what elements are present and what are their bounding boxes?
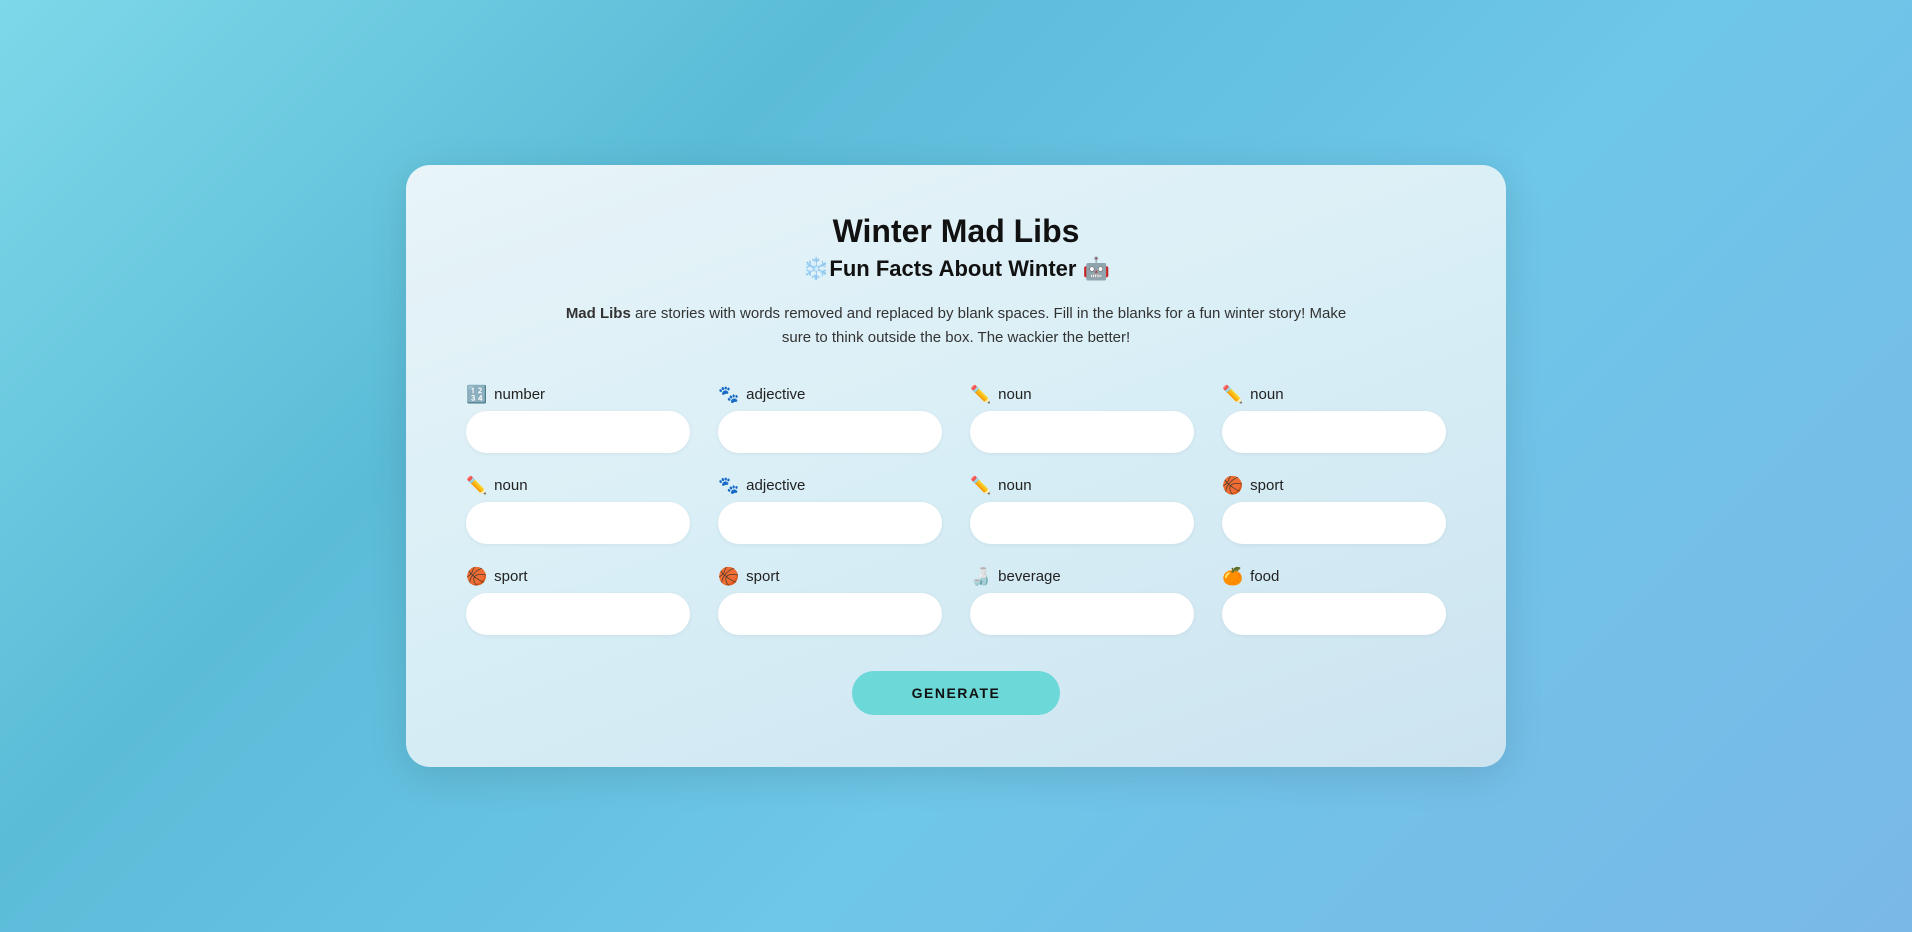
food-label-text: food [1250, 568, 1279, 585]
noun3-input[interactable] [466, 502, 690, 544]
field-group-adjective2: 🐾 adjective [718, 477, 942, 544]
field-label-noun1: ✏️ noun [970, 386, 1194, 403]
main-card: Winter Mad Libs ❄️Fun Facts About Winter… [406, 165, 1506, 767]
mad-libs-bold: Mad Libs [566, 305, 631, 322]
beverage-label-text: beverage [998, 568, 1061, 585]
field-group-beverage: 🍶 beverage [970, 568, 1194, 635]
sport1-label-text: sport [1250, 477, 1283, 494]
field-group-sport2: 🏀 sport [466, 568, 690, 635]
noun1-label-text: noun [998, 386, 1031, 403]
noun4-icon: ✏️ [970, 477, 991, 494]
field-group-sport1: 🏀 sport [1222, 477, 1446, 544]
field-group-number: 🔢 number [466, 386, 690, 453]
field-group-adjective1: 🐾 adjective [718, 386, 942, 453]
sport3-input[interactable] [718, 593, 942, 635]
adjective2-label-text: adjective [746, 477, 805, 494]
field-label-sport2: 🏀 sport [466, 568, 690, 585]
number-input[interactable] [466, 411, 690, 453]
noun2-input[interactable] [1222, 411, 1446, 453]
fields-grid: 🔢 number 🐾 adjective ✏️ noun ✏️ noun ✏️ noun 🐾 adje… [466, 386, 1446, 635]
noun2-icon: ✏️ [1222, 386, 1243, 403]
field-label-adjective2: 🐾 adjective [718, 477, 942, 494]
food-icon: 🍊 [1222, 568, 1243, 585]
sport2-input[interactable] [466, 593, 690, 635]
page-subtitle: ❄️Fun Facts About Winter 🤖 [466, 256, 1446, 282]
page-title: Winter Mad Libs [466, 213, 1446, 250]
adjective1-icon: 🐾 [718, 386, 739, 403]
field-label-beverage: 🍶 beverage [970, 568, 1194, 585]
field-label-food: 🍊 food [1222, 568, 1446, 585]
beverage-input[interactable] [970, 593, 1194, 635]
field-label-noun2: ✏️ noun [1222, 386, 1446, 403]
sport2-label-text: sport [494, 568, 527, 585]
sport1-input[interactable] [1222, 502, 1446, 544]
adjective1-input[interactable] [718, 411, 942, 453]
sport2-icon: 🏀 [466, 568, 487, 585]
beverage-icon: 🍶 [970, 568, 991, 585]
adjective2-input[interactable] [718, 502, 942, 544]
sport3-label-text: sport [746, 568, 779, 585]
page-description: Mad Libs are stories with words removed … [556, 302, 1356, 350]
noun2-label-text: noun [1250, 386, 1283, 403]
generate-button[interactable]: GENERATE [852, 671, 1061, 715]
field-group-noun4: ✏️ noun [970, 477, 1194, 544]
adjective2-icon: 🐾 [718, 477, 739, 494]
field-group-sport3: 🏀 sport [718, 568, 942, 635]
field-label-noun3: ✏️ noun [466, 477, 690, 494]
field-group-noun2: ✏️ noun [1222, 386, 1446, 453]
description-text: are stories with words removed and repla… [635, 305, 1346, 346]
adjective1-label-text: adjective [746, 386, 805, 403]
number-label-text: number [494, 386, 545, 403]
noun1-input[interactable] [970, 411, 1194, 453]
sport3-icon: 🏀 [718, 568, 739, 585]
noun3-label-text: noun [494, 477, 527, 494]
noun4-label-text: noun [998, 477, 1031, 494]
field-label-sport1: 🏀 sport [1222, 477, 1446, 494]
noun3-icon: ✏️ [466, 477, 487, 494]
field-label-noun4: ✏️ noun [970, 477, 1194, 494]
field-group-noun3: ✏️ noun [466, 477, 690, 544]
field-group-noun1: ✏️ noun [970, 386, 1194, 453]
noun4-input[interactable] [970, 502, 1194, 544]
field-label-adjective1: 🐾 adjective [718, 386, 942, 403]
field-group-food: 🍊 food [1222, 568, 1446, 635]
number-icon: 🔢 [466, 386, 487, 403]
field-label-sport3: 🏀 sport [718, 568, 942, 585]
sport1-icon: 🏀 [1222, 477, 1243, 494]
generate-button-wrapper: GENERATE [466, 671, 1446, 715]
field-label-number: 🔢 number [466, 386, 690, 403]
noun1-icon: ✏️ [970, 386, 991, 403]
food-input[interactable] [1222, 593, 1446, 635]
